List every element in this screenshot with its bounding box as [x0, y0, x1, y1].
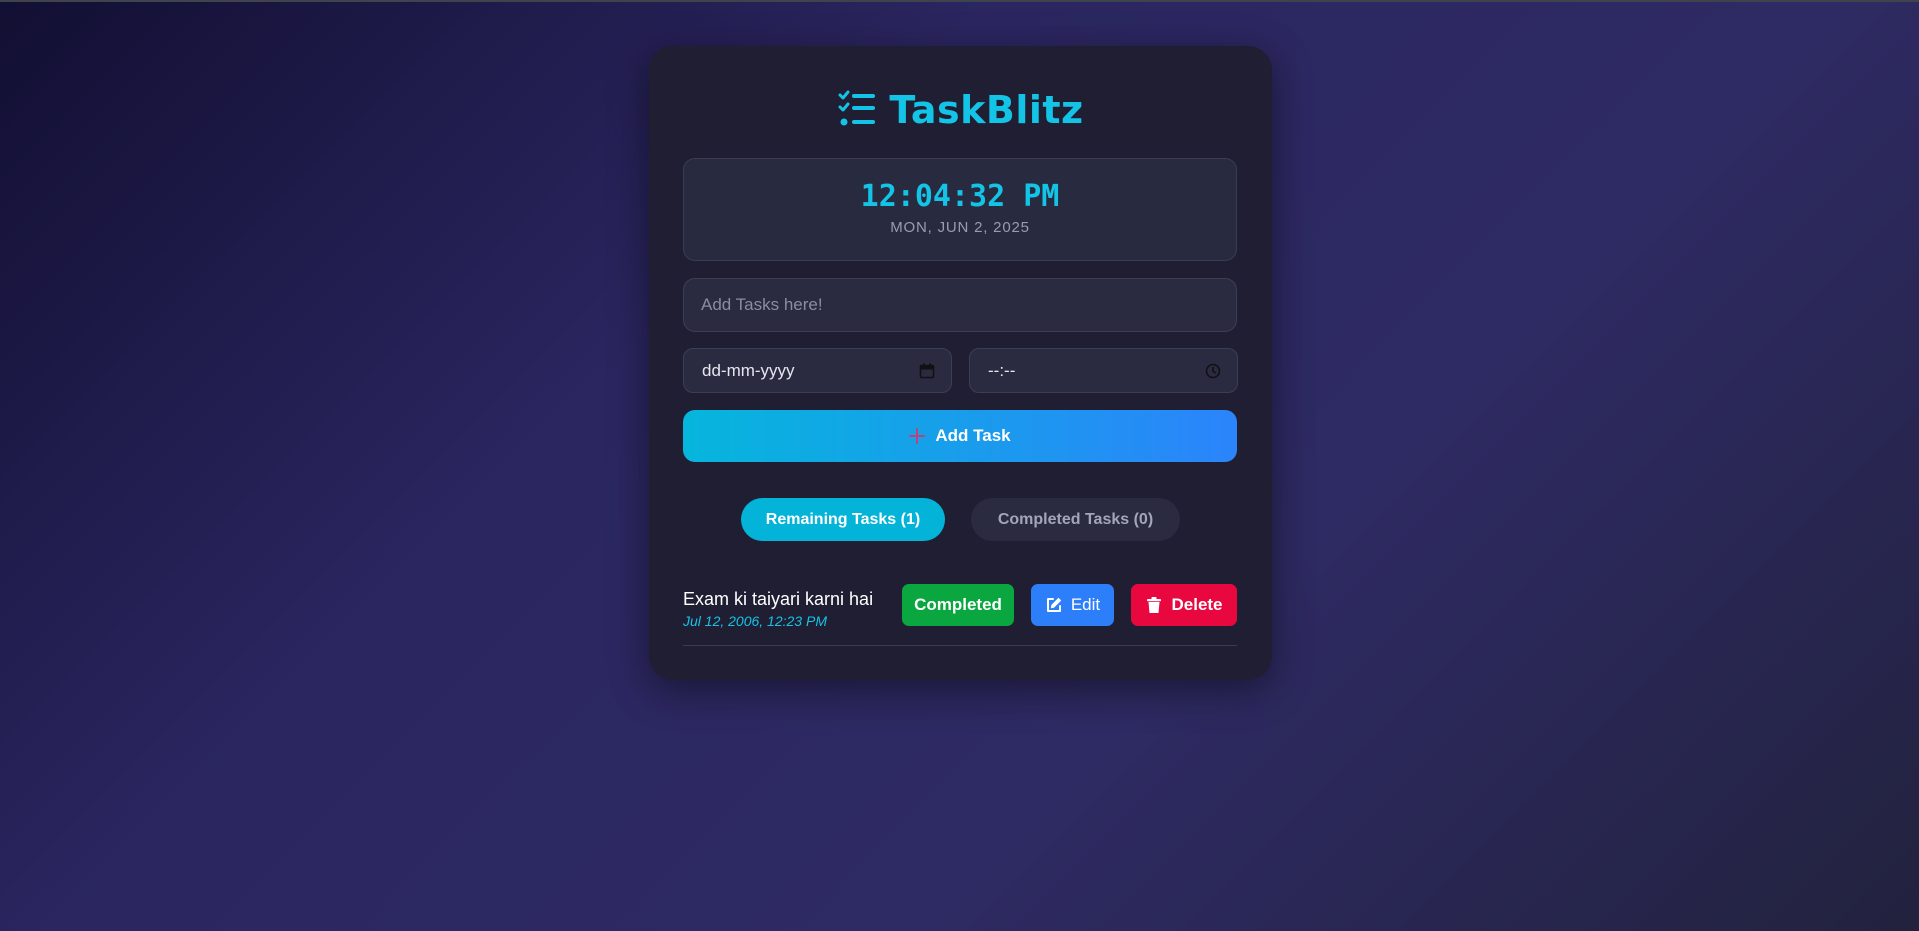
edit-task-button[interactable]: Edit — [1031, 584, 1114, 626]
delete-task-button[interactable]: Delete — [1131, 584, 1237, 626]
task-text: Exam ki taiyari karni hai Jul 12, 2006, … — [683, 584, 873, 629]
edit-icon — [1045, 596, 1063, 614]
time-picker[interactable]: --:-- — [969, 348, 1238, 393]
add-task-label: Add Task — [935, 426, 1011, 445]
clock-icon[interactable] — [1205, 363, 1221, 379]
task-input[interactable] — [683, 278, 1237, 332]
delete-button-label: Delete — [1171, 595, 1223, 614]
task-card: TaskBlitz 12:04:32 PM MON, JUN 2, 2025 d… — [649, 46, 1272, 680]
date-picker[interactable]: dd-mm-yyyy — [683, 348, 952, 393]
app-header: TaskBlitz — [649, 82, 1272, 138]
task-tabs: Remaining Tasks (1) Completed Tasks (0) — [649, 498, 1272, 541]
edit-button-label: Edit — [1070, 595, 1101, 614]
task-list-item: Exam ki taiyari karni hai Jul 12, 2006, … — [683, 584, 1237, 646]
calendar-icon[interactable] — [919, 363, 935, 379]
clock-date: MON, JUN 2, 2025 — [890, 219, 1030, 236]
date-picker-text: dd-mm-yyyy — [702, 360, 795, 380]
plus-icon — [909, 428, 926, 444]
trash-icon — [1145, 596, 1163, 614]
app-title: TaskBlitz — [889, 88, 1084, 132]
clock-time: 12:04:32 PM — [860, 179, 1060, 214]
complete-task-button[interactable]: Completed — [902, 584, 1014, 626]
complete-button-label: Completed — [914, 595, 1002, 614]
clock-panel: 12:04:32 PM MON, JUN 2, 2025 — [683, 158, 1237, 261]
add-task-button[interactable]: Add Task — [683, 410, 1237, 462]
task-title: Exam ki taiyari karni hai — [683, 589, 874, 609]
tab-remaining-tasks[interactable]: Remaining Tasks (1) — [741, 498, 945, 541]
task-due-date: Jul 12, 2006, 12:23 PM — [683, 613, 827, 629]
tab-completed-tasks[interactable]: Completed Tasks (0) — [971, 498, 1180, 541]
list-check-icon — [837, 90, 877, 130]
time-picker-text: --:-- — [988, 360, 1016, 380]
